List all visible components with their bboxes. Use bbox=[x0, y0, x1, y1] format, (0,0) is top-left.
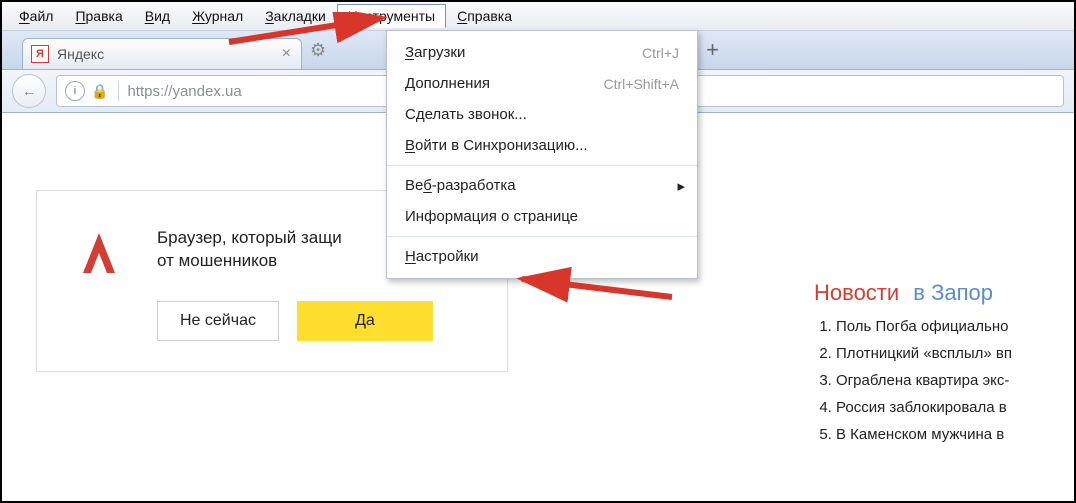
news-item[interactable]: Ограблена квартира экс- bbox=[836, 372, 1074, 389]
menu-make-call[interactable]: Сделать звонок... bbox=[387, 99, 697, 130]
shortcut-label: Ctrl+J bbox=[642, 45, 679, 61]
arrow-left-icon: ← bbox=[22, 83, 36, 99]
annotation-arrow-top bbox=[224, 12, 394, 52]
menu-downloads[interactable]: ЗагрузкиCtrl+J bbox=[387, 37, 697, 68]
menu-view[interactable]: Вид bbox=[134, 4, 181, 28]
browser-window: Файл Правка Вид Журнал Закладки Инструме… bbox=[0, 0, 1076, 503]
lock-icon: 🔒 bbox=[91, 83, 108, 100]
not-now-button[interactable]: Не сейчас bbox=[157, 301, 279, 341]
chevron-right-icon: ▸ bbox=[677, 177, 685, 195]
news-item[interactable]: Поль Погба официально bbox=[836, 318, 1074, 335]
site-info-icon[interactable]: i bbox=[65, 81, 85, 101]
new-tab-icon[interactable]: + bbox=[706, 37, 719, 63]
menu-page-info[interactable]: Информация о странице bbox=[387, 201, 697, 232]
menu-separator bbox=[387, 165, 697, 166]
news-item[interactable]: В Каменском мужчина в bbox=[836, 426, 1074, 443]
promo-buttons: Не сейчас Да bbox=[157, 301, 433, 341]
tools-menu: ЗагрузкиCtrl+J ДополненияCtrl+Shift+A Сд… bbox=[386, 30, 698, 279]
news-item[interactable]: Плотницкий «всплыл» вп bbox=[836, 345, 1074, 362]
menu-sign-in-sync[interactable]: Войти в Синхронизацию... bbox=[387, 130, 697, 161]
promo-text: Браузер, который защи от мошенников bbox=[157, 227, 342, 273]
menu-help[interactable]: Справка bbox=[446, 4, 523, 28]
news-block: Новости в Запор Поль Погба официально Пл… bbox=[814, 280, 1074, 453]
menu-edit[interactable]: Правка bbox=[64, 4, 133, 28]
menu-addons[interactable]: ДополненияCtrl+Shift+A bbox=[387, 68, 697, 99]
yandex-favicon: Я bbox=[31, 45, 49, 63]
url-text: https://yandex.ua bbox=[127, 83, 241, 100]
back-button[interactable]: ← bbox=[12, 74, 46, 108]
news-tab-region[interactable]: в Запор bbox=[913, 280, 993, 305]
yes-button[interactable]: Да bbox=[297, 301, 433, 341]
news-heading: Новости в Запор bbox=[814, 280, 1074, 306]
annotation-arrow-bottom bbox=[512, 267, 682, 307]
news-item[interactable]: Россия заблокировала в bbox=[836, 399, 1074, 416]
menu-separator bbox=[387, 236, 697, 237]
separator bbox=[118, 81, 119, 101]
menu-web-developer[interactable]: Веб-разработка▸ bbox=[387, 170, 697, 201]
news-tab-news[interactable]: Новости bbox=[814, 280, 899, 305]
yandex-browser-logo bbox=[71, 225, 127, 281]
shortcut-label: Ctrl+Shift+A bbox=[604, 76, 679, 92]
menubar: Файл Правка Вид Журнал Закладки Инструме… bbox=[2, 2, 1074, 31]
menu-file[interactable]: Файл bbox=[8, 4, 64, 28]
news-list: Поль Погба официально Плотницкий «всплыл… bbox=[814, 318, 1074, 443]
